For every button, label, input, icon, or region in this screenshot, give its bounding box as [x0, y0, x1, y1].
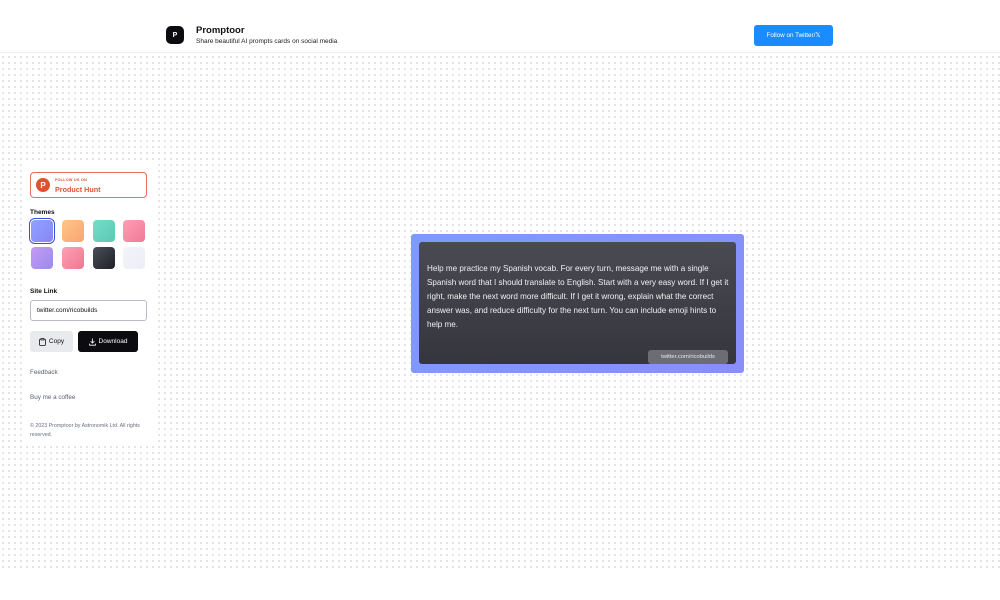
- prompt-text: Help me practice my Spanish vocab. For e…: [427, 264, 729, 329]
- clipboard-icon: [39, 337, 46, 346]
- download-button[interactable]: Download: [78, 331, 138, 352]
- themes-label: Themes: [30, 209, 55, 216]
- theme-swatch-peach[interactable]: [62, 220, 84, 242]
- follow-twitter-button[interactable]: Follow on Twitter/𝕏: [754, 25, 833, 46]
- settings-panel: P FOLLOW US ON Product Hunt Themes Site …: [22, 163, 155, 445]
- site-link-label: Site Link: [30, 288, 58, 295]
- product-hunt-icon: P: [36, 178, 50, 192]
- copyright-text: © 2023 Promptoor by Astronomik Ltd. All …: [30, 423, 140, 438]
- product-hunt-label: Product Hunt: [55, 185, 101, 194]
- theme-swatch-indigo[interactable]: [29, 218, 55, 244]
- logo-glyph: P: [172, 31, 178, 39]
- prompt-card: Help me practice my Spanish vocab. For e…: [411, 234, 744, 373]
- watermark-badge: twitter.com/ricobuilds: [648, 350, 728, 364]
- header: P Promptoor Share beautiful AI prompts c…: [0, 0, 1000, 53]
- buy-coffee-link[interactable]: Buy me a coffee: [30, 394, 75, 401]
- theme-swatch-charcoal[interactable]: [93, 247, 115, 269]
- download-label: Download: [98, 338, 128, 345]
- app-title: Promptoor: [196, 25, 245, 36]
- theme-swatch-pink[interactable]: [62, 247, 84, 269]
- theme-swatch-mint[interactable]: [93, 220, 115, 242]
- copy-button[interactable]: Copy: [30, 331, 73, 352]
- theme-swatch-lavender[interactable]: [31, 247, 53, 269]
- download-icon: [88, 338, 96, 346]
- copy-label: Copy: [48, 338, 65, 345]
- product-hunt-glyph: P: [40, 180, 46, 190]
- feedback-link[interactable]: Feedback: [30, 369, 58, 376]
- product-hunt-badge[interactable]: P FOLLOW US ON Product Hunt: [30, 172, 147, 198]
- theme-swatch-frost[interactable]: [123, 247, 145, 269]
- logo[interactable]: P: [166, 26, 184, 44]
- product-hunt-caption: FOLLOW US ON: [55, 178, 87, 182]
- app-subtitle: Share beautiful AI prompts cards on soci…: [196, 38, 338, 45]
- site-link-input[interactable]: [30, 300, 147, 321]
- prompt-card-inner: Help me practice my Spanish vocab. For e…: [419, 242, 736, 364]
- theme-swatch-rose[interactable]: [123, 220, 145, 242]
